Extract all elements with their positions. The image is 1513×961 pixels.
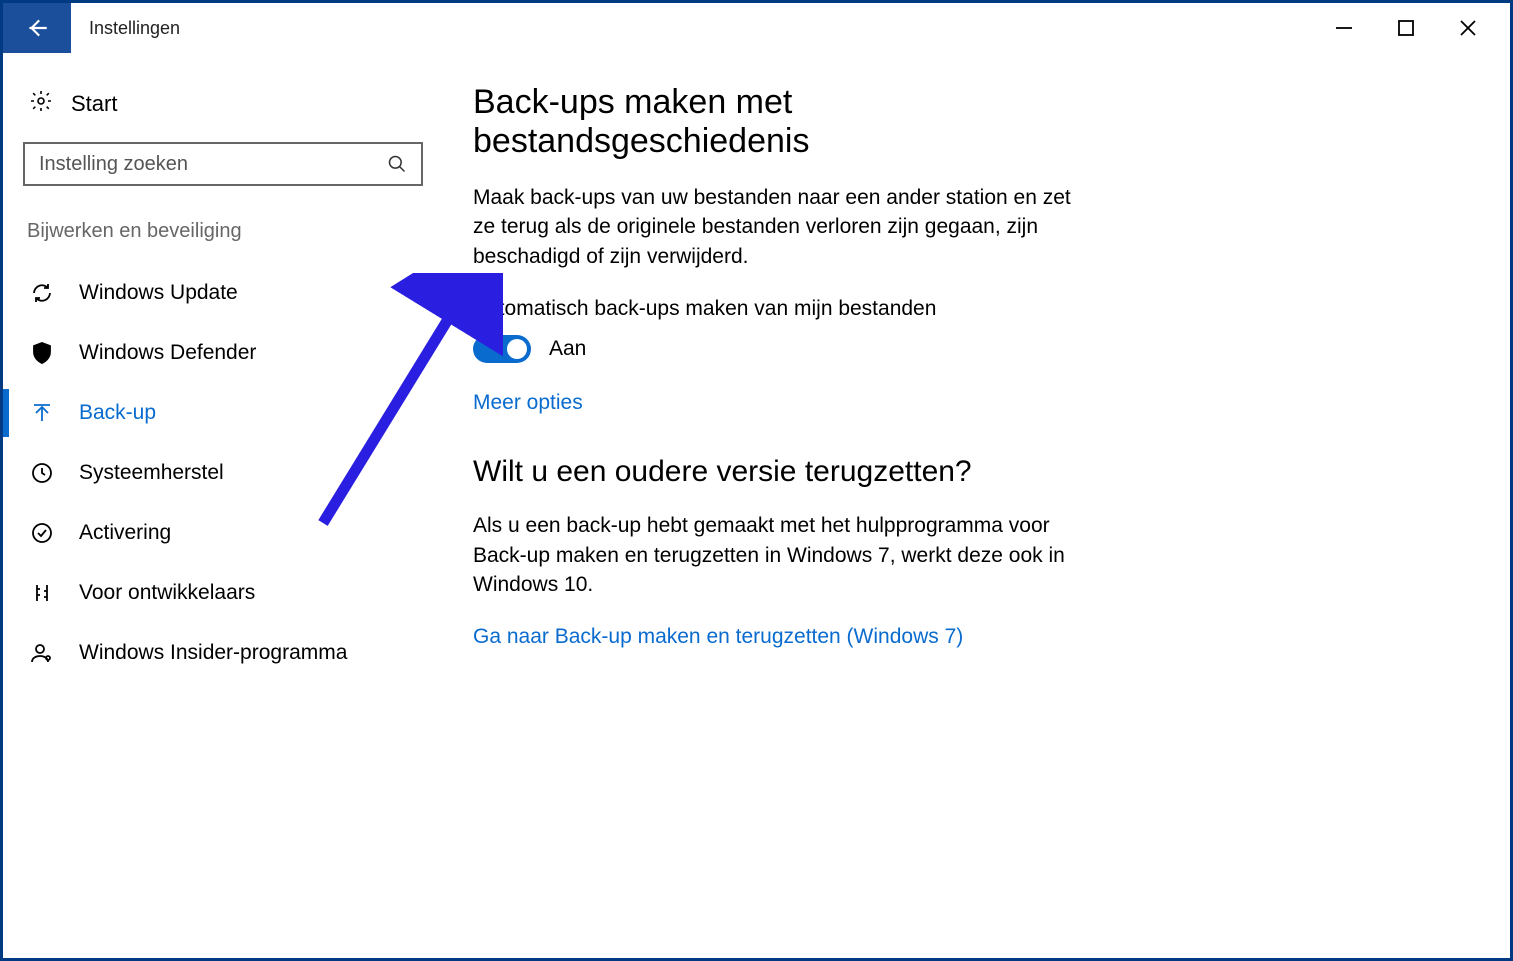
- tools-icon: [29, 580, 55, 606]
- sidebar-item-windows-update[interactable]: Windows Update: [23, 263, 443, 323]
- toggle-state: Aan: [549, 337, 586, 361]
- sidebar-item-windows-defender[interactable]: Windows Defender: [23, 323, 443, 383]
- check-circle-icon: [29, 520, 55, 546]
- sidebar-item-insider[interactable]: Windows Insider-programma: [23, 623, 443, 683]
- toggle-knob: [507, 339, 527, 359]
- user-icon: [29, 640, 55, 666]
- shield-icon: [29, 340, 55, 366]
- sidebar-item-label: Windows Insider-programma: [79, 641, 347, 665]
- toggle-label: Automatisch back-ups maken van mijn best…: [473, 297, 1123, 321]
- sidebar-item-label: Voor ontwikkelaars: [79, 581, 255, 605]
- backup-description: Maak back-ups van uw bestanden naar een …: [473, 183, 1083, 271]
- window-controls: [1332, 3, 1510, 53]
- sidebar-item-label: Back-up: [79, 401, 156, 425]
- restore-description: Als u een back-up hebt gemaakt met het h…: [473, 511, 1083, 599]
- minimize-icon: [1332, 16, 1356, 40]
- sidebar-item-label: Systeemherstel: [79, 461, 224, 485]
- gear-icon: [29, 89, 53, 118]
- content: Start Bijwerken en beveiliging Windows U…: [3, 53, 1510, 958]
- arrow-left-icon: [24, 15, 50, 41]
- toggle-row: Aan: [473, 335, 1123, 363]
- titlebar: Instellingen: [3, 3, 1510, 53]
- window-title: Instellingen: [71, 3, 1332, 53]
- auto-backup-toggle[interactable]: [473, 335, 531, 363]
- sidebar-item-systeemherstel[interactable]: Systeemherstel: [23, 443, 443, 503]
- search-box[interactable]: [23, 142, 423, 186]
- sidebar-start[interactable]: Start: [23, 83, 443, 142]
- search-input[interactable]: [39, 153, 387, 176]
- windows7-backup-link[interactable]: Ga naar Back-up maken en terugzetten (Wi…: [473, 625, 963, 649]
- sidebar-item-ontwikkelaars[interactable]: Voor ontwikkelaars: [23, 563, 443, 623]
- page-heading: Back-ups maken met bestandsgeschiedenis: [473, 83, 1123, 161]
- sidebar-item-label: Windows Defender: [79, 341, 256, 365]
- upload-icon: [29, 400, 55, 426]
- sidebar-item-activering[interactable]: Activering: [23, 503, 443, 563]
- maximize-button[interactable]: [1394, 16, 1418, 40]
- back-button[interactable]: [3, 3, 71, 53]
- sidebar-item-backup[interactable]: Back-up: [23, 383, 443, 443]
- main-panel: Back-ups maken met bestandsgeschiedenis …: [443, 83, 1163, 958]
- sync-icon: [29, 280, 55, 306]
- sidebar-item-label: Activering: [79, 521, 171, 545]
- close-icon: [1456, 16, 1480, 40]
- restore-heading: Wilt u een oudere versie terugzetten?: [473, 455, 1123, 489]
- more-options-link[interactable]: Meer opties: [473, 391, 583, 415]
- maximize-icon: [1394, 16, 1418, 40]
- history-icon: [29, 460, 55, 486]
- sidebar: Start Bijwerken en beveiliging Windows U…: [3, 83, 443, 958]
- sidebar-start-label: Start: [71, 91, 117, 117]
- close-button[interactable]: [1456, 16, 1480, 40]
- sidebar-category: Bijwerken en beveiliging: [23, 186, 443, 263]
- sidebar-item-label: Windows Update: [79, 281, 238, 305]
- search-icon: [387, 154, 407, 174]
- minimize-button[interactable]: [1332, 16, 1356, 40]
